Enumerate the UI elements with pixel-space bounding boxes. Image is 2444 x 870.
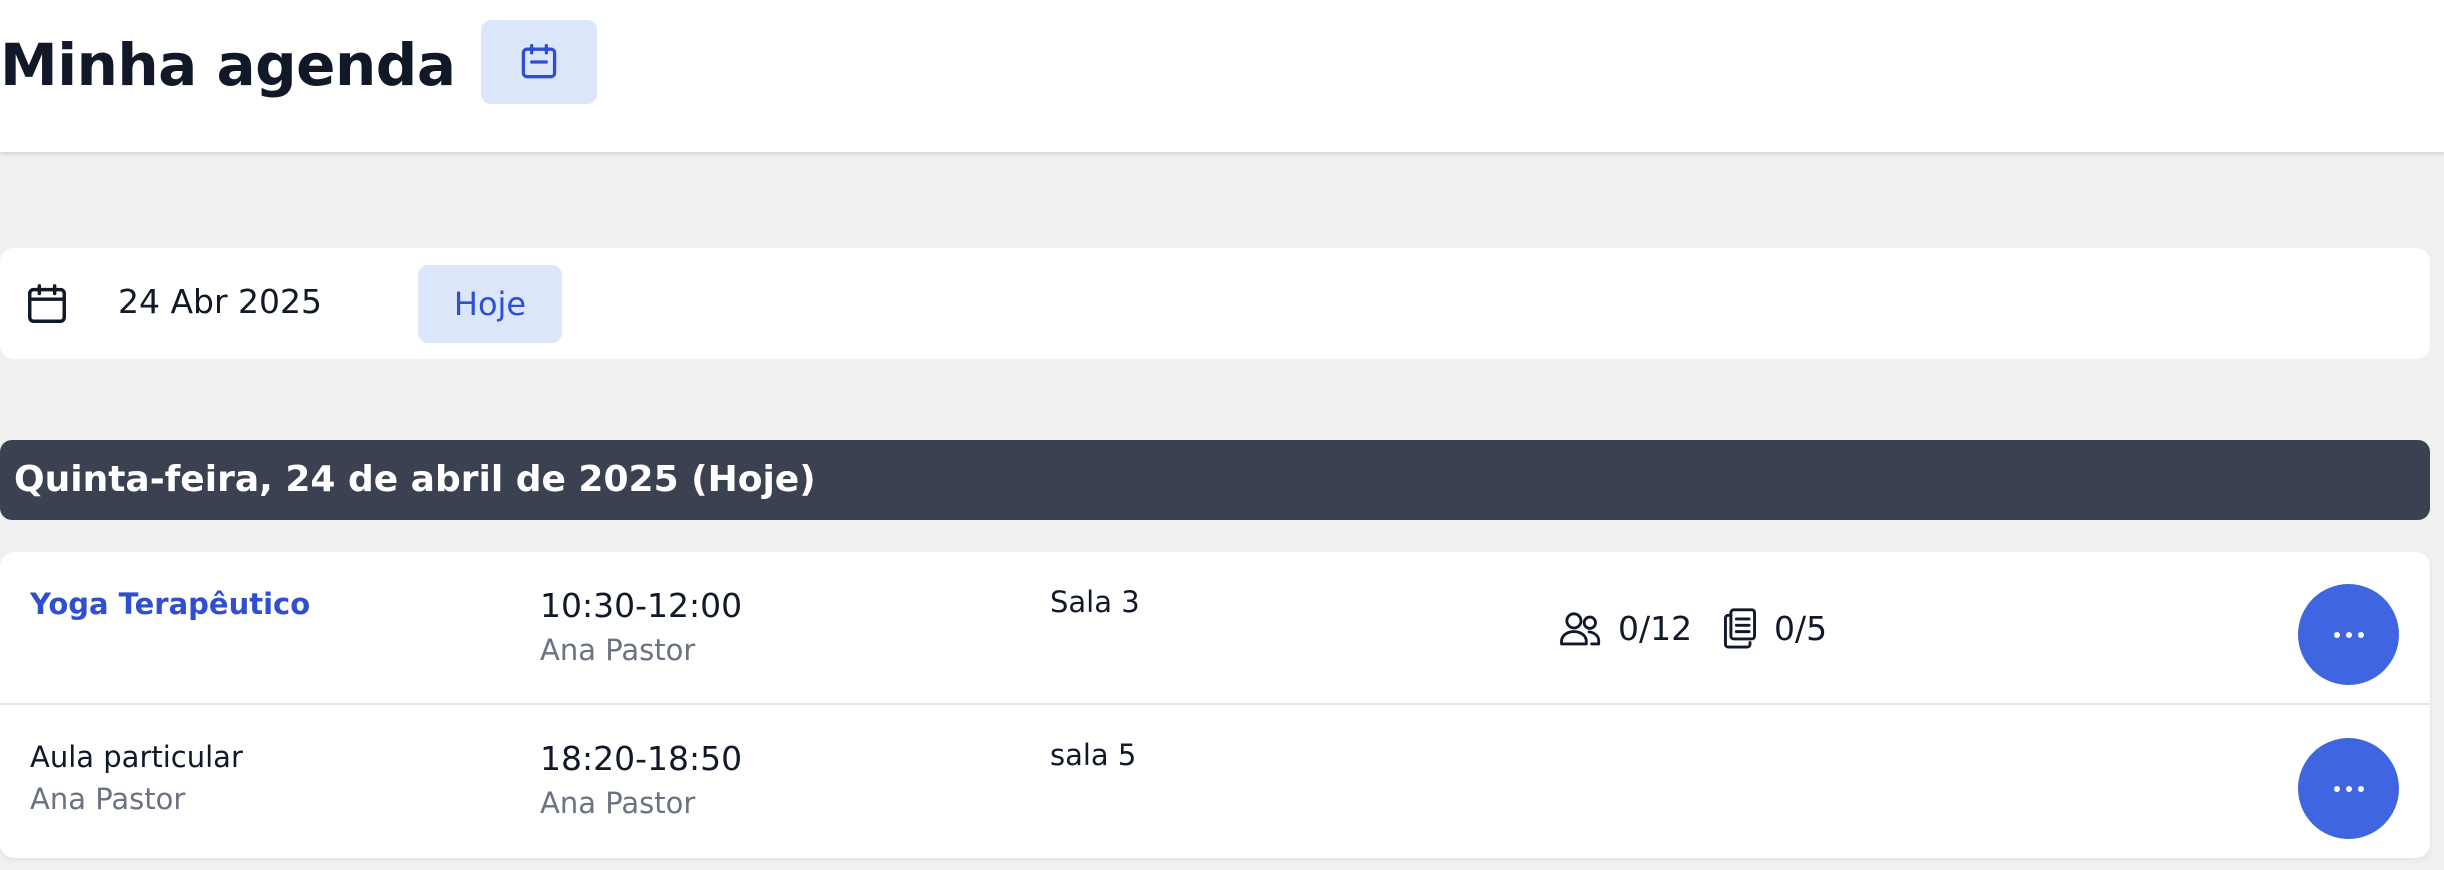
event-name-link[interactable]: Yoga Terapêutico	[30, 584, 310, 624]
event-time: 10:30-12:00	[540, 586, 743, 625]
today-button[interactable]: Hoje	[418, 265, 562, 343]
more-horizontal-icon	[2333, 785, 2364, 792]
calendar-icon	[521, 43, 557, 79]
event-row: Aula particular Ana Pastor 18:20-18:50 A…	[0, 705, 2430, 858]
waitlist-count: 0/5	[1720, 604, 1827, 652]
participants-count: 0/12	[1558, 604, 1692, 652]
event-options-button[interactable]	[2298, 738, 2399, 839]
waitlist-value: 0/5	[1774, 608, 1828, 648]
participants-value: 0/12	[1618, 608, 1693, 648]
event-subtitle: Ana Pastor	[30, 782, 186, 816]
date-selector-bar: 24 Abr 2025 Hoje	[0, 248, 2430, 359]
event-row: Yoga Terapêutico 10:30-12:00 Ana Pastor …	[0, 552, 2430, 705]
event-teacher: Ana Pastor	[540, 633, 696, 667]
day-heading: Quinta-feira, 24 de abril de 2025 (Hoje)	[0, 440, 2430, 520]
users-icon	[1560, 612, 1601, 646]
page-title: Minha agenda	[0, 31, 456, 99]
clipboard-list-icon	[1724, 608, 1756, 649]
selected-date[interactable]: 24 Abr 2025	[118, 278, 322, 326]
top-header: Minha agenda	[0, 0, 2444, 152]
event-list: Yoga Terapêutico 10:30-12:00 Ana Pastor …	[0, 552, 2430, 858]
more-horizontal-icon	[2333, 631, 2364, 638]
calendar-button[interactable]	[481, 20, 597, 104]
event-options-button[interactable]	[2298, 584, 2399, 685]
event-name: Aula particular	[30, 740, 243, 774]
event-room: Sala 3	[1050, 585, 1140, 619]
event-time: 18:20-18:50	[540, 739, 743, 778]
event-room: sala 5	[1050, 738, 1137, 772]
calendar-icon[interactable]	[24, 280, 70, 328]
event-teacher: Ana Pastor	[540, 786, 696, 820]
